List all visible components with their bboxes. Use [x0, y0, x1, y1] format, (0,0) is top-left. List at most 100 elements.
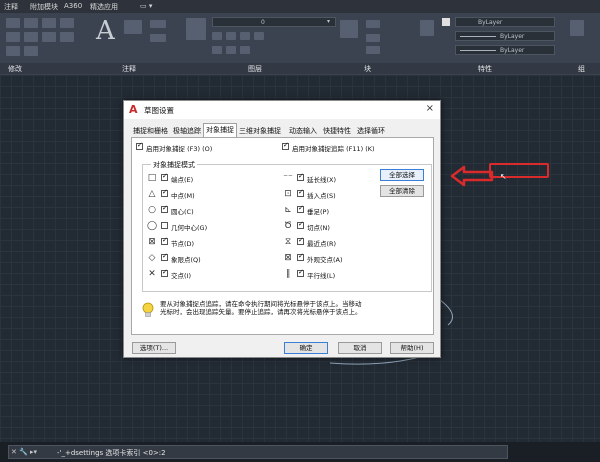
- tab-object-snap[interactable]: 对象捕捉: [203, 123, 237, 138]
- geometric-center-checkbox[interactable]: [161, 222, 168, 229]
- help-button[interactable]: 帮助(H): [390, 342, 434, 354]
- layer-tool-icon[interactable]: [254, 32, 264, 40]
- endpoint-checkbox[interactable]: [161, 172, 168, 181]
- extension-checkbox[interactable]: [297, 172, 304, 181]
- layer-tool-icon[interactable]: [212, 32, 222, 40]
- midpoint-symbol-icon: △: [148, 189, 156, 199]
- parallel-checkbox[interactable]: [297, 268, 304, 277]
- select-all-highlight: [489, 163, 549, 178]
- group-tool-icon[interactable]: [570, 20, 584, 36]
- tab-quick-properties[interactable]: 快捷特性: [321, 125, 353, 137]
- command-line-bar: ✕ 🔧 ▸▾ -'_+dsettings 选项卡索引 <0>:2: [0, 442, 600, 462]
- layer-dropdown[interactable]: 0 ▾: [212, 17, 336, 27]
- lineweight-preview: [460, 36, 496, 37]
- copy-tool-icon[interactable]: [60, 18, 74, 28]
- ribbon-tab-bar: 注释 附加模块 A360 精选应用 ▭ ▾: [0, 0, 600, 13]
- command-line-input[interactable]: ✕ 🔧 ▸▾ -'_+dsettings 选项卡索引 <0>:2: [8, 445, 508, 459]
- tab-selection-cycling[interactable]: 选择循环: [355, 125, 387, 137]
- ribbon-tab-addins[interactable]: 附加模块: [30, 2, 58, 12]
- tab-dynamic-input[interactable]: 动态输入: [287, 125, 319, 137]
- apparent-intersection-checkbox[interactable]: [297, 252, 304, 261]
- clear-all-button[interactable]: 全部清除: [380, 185, 424, 197]
- insertion-symbol-icon: ⊡: [284, 189, 292, 199]
- node-checkbox[interactable]: [161, 236, 168, 245]
- enable-osnap-checkbox[interactable]: [136, 141, 143, 150]
- tab-snap-grid[interactable]: 捕捉和栅格: [131, 125, 170, 137]
- tangent-checkbox[interactable]: [297, 220, 304, 229]
- ribbon-tab-featured-apps[interactable]: 精选应用: [90, 2, 118, 12]
- layer-tool-icon[interactable]: [240, 46, 250, 54]
- tab-3d-object-snap[interactable]: 三维对象捕捉: [237, 125, 283, 137]
- osnap-modes-title: 对象捕捉模式: [151, 160, 197, 170]
- leader-tool-icon[interactable]: [150, 20, 166, 28]
- options-button[interactable]: 选项(T)...: [132, 342, 176, 354]
- panel-title-layers[interactable]: 图层: [248, 64, 262, 74]
- center-symbol-icon: ○: [148, 205, 156, 215]
- panel-title-annotation[interactable]: 注释: [122, 64, 136, 74]
- mirror-tool-icon[interactable]: [6, 32, 20, 42]
- perpendicular-checkbox[interactable]: [297, 204, 304, 213]
- rotate-tool-icon[interactable]: [24, 18, 38, 28]
- layer-tool-icon[interactable]: [212, 46, 222, 54]
- quadrant-checkbox[interactable]: [161, 252, 168, 261]
- enable-tracking-checkbox[interactable]: [282, 141, 289, 150]
- cancel-button[interactable]: 取消: [338, 342, 382, 354]
- dialog-titlebar[interactable]: A 草图设置 ×: [124, 101, 440, 119]
- drafting-settings-dialog: A 草图设置 × 捕捉和栅格 极轴追踪 对象捕捉 三维对象捕捉 动态输入 快捷特…: [123, 100, 441, 358]
- parallel-symbol-icon: ∥: [285, 269, 291, 279]
- trim-tool-icon[interactable]: [42, 18, 56, 28]
- intersection-label: 交点(I): [171, 272, 191, 280]
- ribbon-tab-annotate[interactable]: 注释: [4, 2, 18, 12]
- text-tool-icon[interactable]: A: [96, 16, 115, 46]
- panel-title-groups[interactable]: 组: [578, 64, 585, 74]
- lightbulb-icon: [142, 302, 154, 317]
- table-tool-icon[interactable]: [150, 34, 166, 42]
- linetype-dropdown[interactable]: ByLayer: [455, 45, 555, 55]
- panel-title-properties[interactable]: 特性: [478, 64, 492, 74]
- close-icon[interactable]: ×: [426, 103, 434, 114]
- match-properties-icon[interactable]: [420, 20, 434, 36]
- color-swatch[interactable]: [442, 18, 450, 26]
- scale-tool-icon[interactable]: [60, 32, 74, 42]
- ribbon-tab-a360[interactable]: A360: [64, 2, 82, 10]
- layer-tool-icon[interactable]: [226, 32, 236, 40]
- color-dropdown[interactable]: ByLayer: [455, 17, 555, 27]
- parallel-label: 平行线(L): [307, 272, 336, 280]
- layer-tool-icon[interactable]: [240, 32, 250, 40]
- block-attr-icon[interactable]: [366, 46, 380, 54]
- ok-button[interactable]: 确定: [284, 342, 328, 354]
- dimension-tool-icon[interactable]: [124, 20, 142, 34]
- select-all-button[interactable]: 全部选择: [380, 169, 424, 181]
- intersection-checkbox[interactable]: [161, 268, 168, 277]
- info-line-2: 光标时，会出现追踪矢量。要停止追踪，请再次将光标悬停于该点上。: [160, 308, 362, 316]
- array-tool-icon[interactable]: [6, 46, 20, 56]
- layer-properties-icon[interactable]: [186, 18, 206, 40]
- insert-block-icon[interactable]: [340, 20, 358, 38]
- move-tool-icon[interactable]: [6, 18, 20, 28]
- layer-tool-icon[interactable]: [226, 46, 236, 54]
- stretch-tool-icon[interactable]: [42, 32, 56, 42]
- center-checkbox[interactable]: [161, 204, 168, 213]
- ribbon-extra-tab-icon[interactable]: ▭ ▾: [140, 2, 152, 10]
- nearest-checkbox[interactable]: [297, 236, 304, 245]
- mouse-cursor-icon: ↖: [500, 172, 507, 181]
- edit-block-icon[interactable]: [366, 34, 380, 42]
- enable-tracking-label: 启用对象捕捉追踪 (F11) (K): [292, 145, 375, 153]
- center-label: 圆心(C): [171, 208, 194, 216]
- panel-title-modify[interactable]: 修改: [8, 64, 22, 74]
- command-line-icons[interactable]: ✕ 🔧 ▸▾: [11, 448, 37, 456]
- geometric-center-label: 几何中心(G): [171, 224, 208, 232]
- tab-polar-tracking[interactable]: 极轴追踪: [171, 125, 203, 137]
- perpendicular-symbol-icon: ⊾: [284, 205, 292, 215]
- fillet-tool-icon[interactable]: [24, 32, 38, 42]
- erase-tool-icon[interactable]: [24, 46, 38, 56]
- midpoint-checkbox[interactable]: [161, 188, 168, 197]
- insertion-checkbox[interactable]: [297, 188, 304, 197]
- linetype-dropdown-value: ByLayer: [500, 47, 525, 54]
- create-block-icon[interactable]: [366, 20, 380, 28]
- apparent-intersection-label: 外观交点(A): [307, 256, 343, 264]
- lineweight-dropdown[interactable]: ByLayer: [455, 31, 555, 41]
- extension-label: 延长线(X): [307, 176, 337, 184]
- panel-title-block[interactable]: 块: [364, 64, 371, 74]
- tangent-label: 切点(N): [307, 224, 330, 232]
